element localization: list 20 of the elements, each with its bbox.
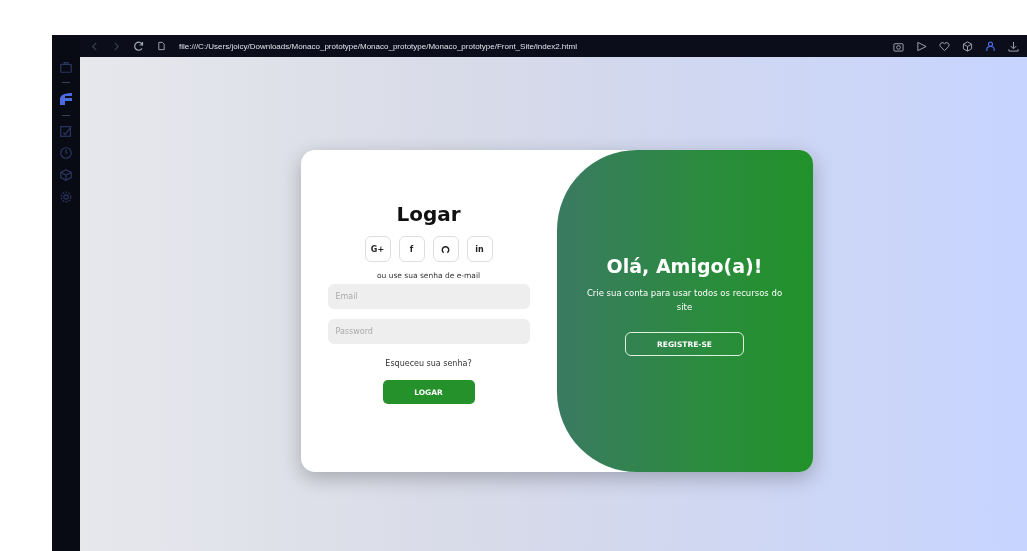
heart-icon[interactable] [939,40,950,52]
file-icon [157,41,166,51]
person-icon[interactable] [985,40,996,52]
social-button[interactable]: G+ [364,236,391,262]
github-button[interactable] [432,236,459,262]
github-icon [441,244,450,254]
welcome-text: Crie sua conta para usar todos os recursos do site [586,287,783,314]
address-bar[interactable]: file:///C:/Users/joicy/Downloads/Monaco_prototype/Monaco_prototype/Monaco_prototype/Front_Site/index2.html [179,41,577,51]
login-title: Logar [396,202,461,226]
download-icon[interactable] [1008,40,1019,52]
reload-icon[interactable] [134,41,144,51]
social-button[interactable]: f [398,236,425,262]
welcome-title: Olá, Amigo(a)! [606,255,763,277]
social-button[interactable]: in [466,236,493,262]
cube-icon[interactable] [962,40,973,52]
forgot-password-link[interactable]: Esqueceu sua senha? [385,359,472,368]
play-icon[interactable] [916,40,927,52]
password-field[interactable]: Password [327,319,530,344]
email-field[interactable]: Email [327,284,530,309]
camera-icon[interactable] [893,40,904,52]
